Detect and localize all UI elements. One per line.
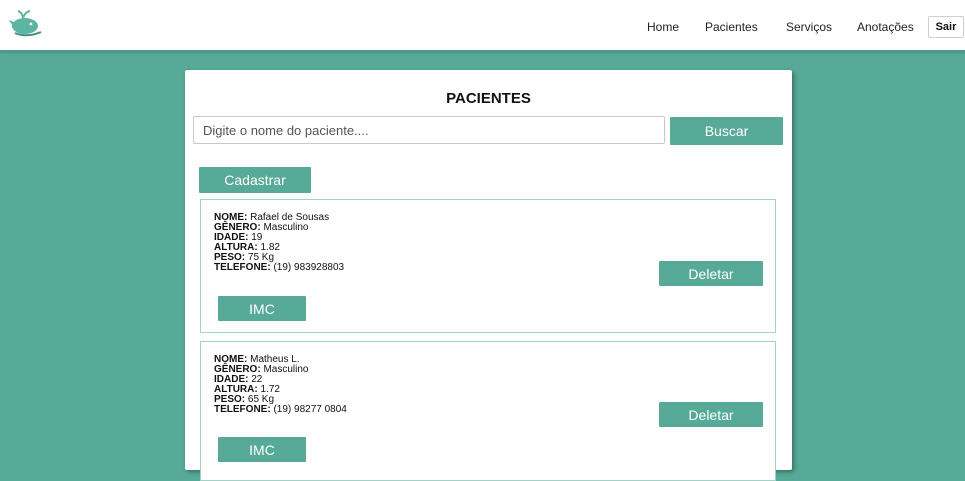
register-button[interactable]: Cadastrar	[199, 167, 311, 193]
nav-link-servicos[interactable]: Serviços	[786, 20, 832, 34]
nav-link-home[interactable]: Home	[647, 20, 679, 34]
patient-phone: (19) 983928803	[273, 262, 345, 273]
search-button[interactable]: Buscar	[670, 117, 783, 145]
patient-card: NOME: Matheus L. GÊNERO: Masculino IDADE…	[200, 341, 776, 481]
imc-button[interactable]: IMC	[218, 437, 306, 462]
logout-button[interactable]: Sair	[928, 16, 964, 38]
nav-link-anotacoes[interactable]: Anotações	[857, 20, 914, 34]
delete-button[interactable]: Deletar	[659, 402, 763, 427]
patient-card: NOME: Rafael de Sousas GÊNERO: Masculino…	[200, 199, 776, 333]
imc-button[interactable]: IMC	[218, 296, 306, 321]
nav-link-pacientes[interactable]: Pacientes	[705, 20, 758, 34]
patient-info: NOME: Rafael de Sousas GÊNERO: Masculino…	[214, 213, 344, 273]
page-title: PACIENTES	[446, 90, 531, 107]
patient-phone: (19) 98277 0804	[273, 404, 347, 415]
whale-logo-icon[interactable]	[9, 9, 43, 37]
patients-panel: PACIENTES Buscar Cadastrar NOME: Rafael …	[185, 70, 792, 481]
patient-gender: Masculino	[263, 222, 309, 233]
phone-label: TELEFONE:	[214, 262, 271, 273]
patient-gender: Masculino	[263, 364, 309, 375]
delete-button[interactable]: Deletar	[659, 261, 763, 286]
patient-search-input[interactable]	[193, 116, 665, 144]
patient-info: NOME: Matheus L. GÊNERO: Masculino IDADE…	[214, 355, 347, 415]
top-navbar: Home Pacientes Serviços Anotações Sair	[0, 0, 965, 52]
phone-label: TELEFONE:	[214, 404, 271, 415]
